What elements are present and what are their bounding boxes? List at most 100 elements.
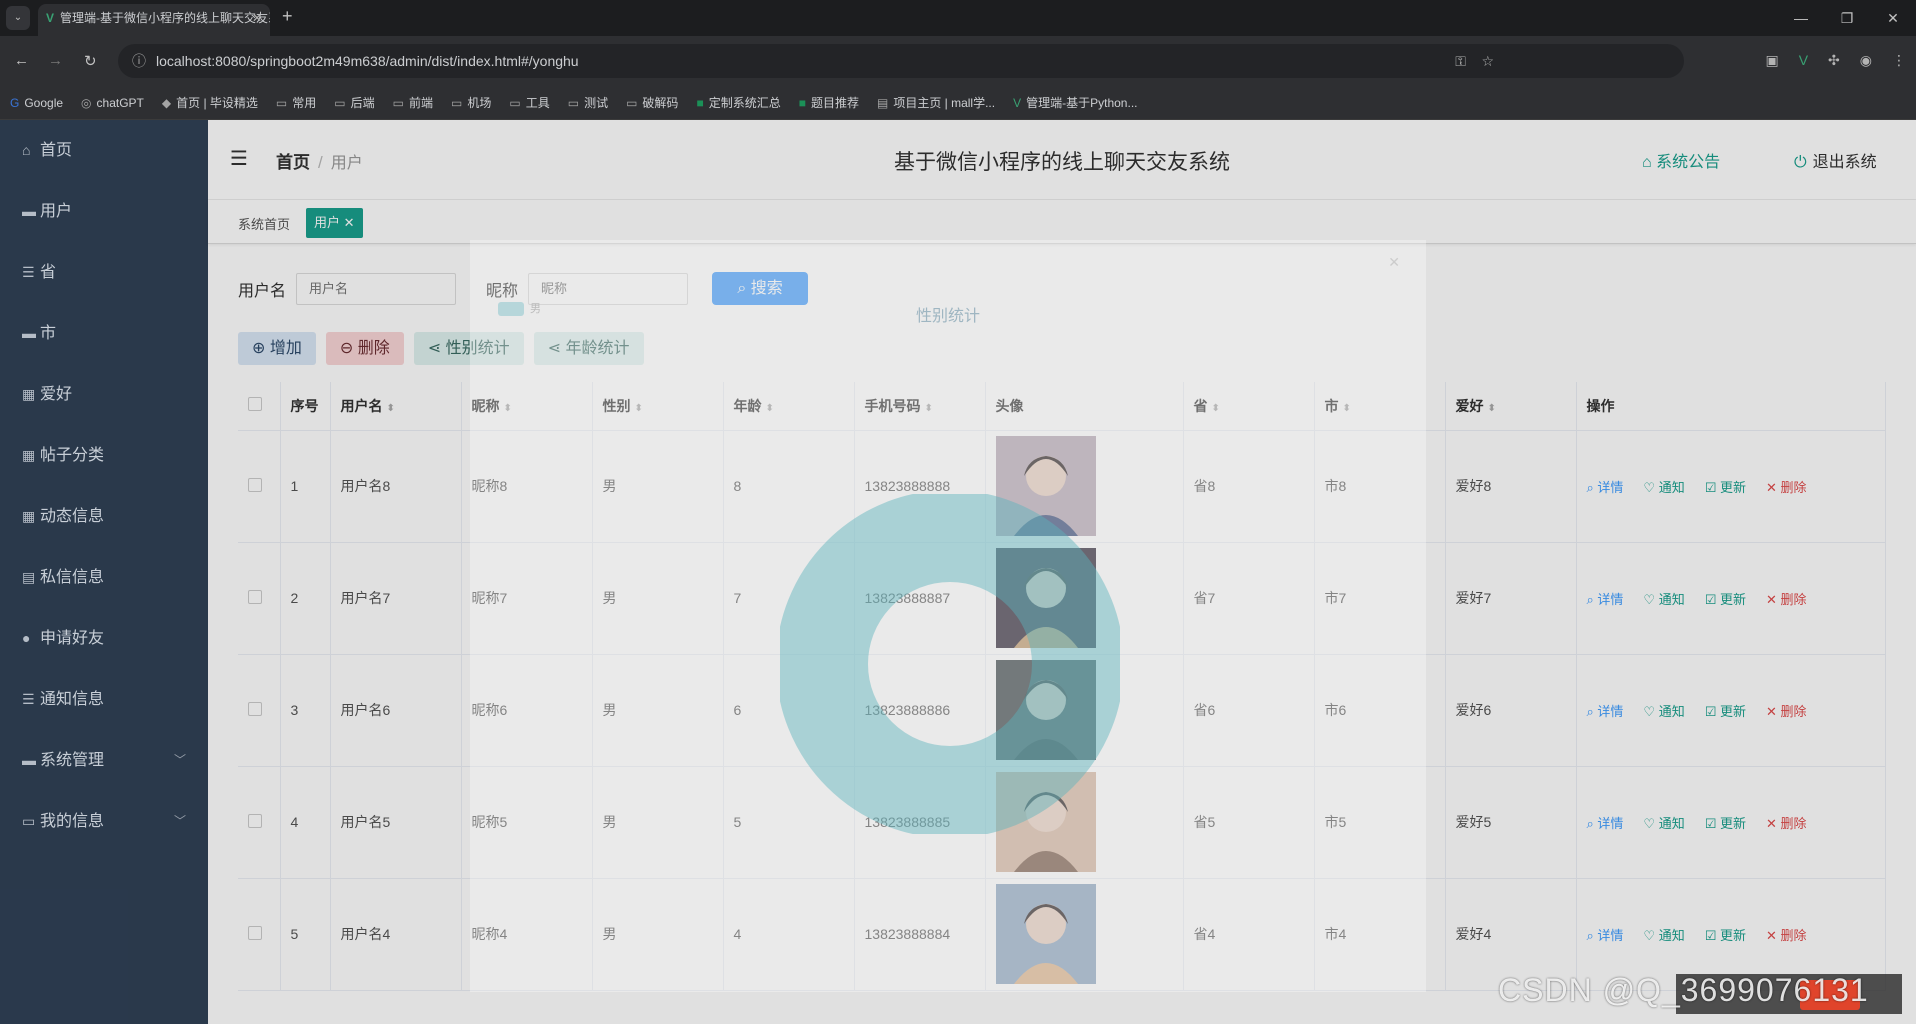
notify-button[interactable]: ♡ 通知 <box>1643 480 1694 495</box>
update-button[interactable]: ☑ 更新 <box>1705 816 1756 831</box>
minimize-icon[interactable]: — <box>1778 0 1824 36</box>
bookmark-folder[interactable]: ▭ 破解码 <box>626 94 678 111</box>
sidebar-item-city[interactable]: ▬ 市 <box>0 303 208 364</box>
detail-button[interactable]: ⌕ 详情 <box>1587 816 1634 831</box>
row-delete-button[interactable]: ✕ 删除 <box>1766 704 1817 719</box>
back-icon[interactable]: ← <box>14 52 29 69</box>
new-tab-icon[interactable]: + <box>282 6 293 27</box>
bookmark[interactable]: ▤ 项目主页 | mall学... <box>877 94 995 111</box>
update-button[interactable]: ☑ 更新 <box>1705 928 1756 943</box>
address-bar[interactable]: ⓘ localhost:8080/springboot2m49m638/admi… <box>118 44 1684 78</box>
sidebar-item-user[interactable]: ▬ 用户 <box>0 181 208 242</box>
reload-icon[interactable]: ↻ <box>84 52 97 70</box>
bookmark-folder[interactable]: ▭ 测试 <box>568 94 608 111</box>
bookmark[interactable]: ■ 题目推荐 <box>799 94 859 111</box>
row-delete-button[interactable]: ✕ 删除 <box>1766 816 1817 831</box>
detail-button[interactable]: ⌕ 详情 <box>1587 592 1634 607</box>
sidebar-item-system[interactable]: ▬ 系统管理 ﹀ <box>0 730 208 791</box>
update-button[interactable]: ☑ 更新 <box>1705 592 1756 607</box>
close-tab-icon[interactable]: ✕ <box>252 4 262 32</box>
sidebar-item-home[interactable]: ⌂ 首页 <box>0 120 208 181</box>
row-delete-button[interactable]: ✕ 删除 <box>1766 592 1817 607</box>
browser-tab[interactable]: V 管理端-基于微信小程序的线上聊天交友系统 ✕ <box>38 4 270 36</box>
update-button[interactable]: ☑ 更新 <box>1705 480 1756 495</box>
close-icon[interactable]: ✕ <box>344 215 355 230</box>
sidebar-item-friend-request[interactable]: ● 申请好友 <box>0 608 208 669</box>
add-button[interactable]: ⊕ 增加 <box>238 332 316 365</box>
row-checkbox[interactable] <box>248 925 262 940</box>
cell-username: 用户名7 <box>330 542 462 655</box>
detail-button[interactable]: ⌕ 详情 <box>1587 480 1634 495</box>
notify-button[interactable]: ♡ 通知 <box>1643 592 1694 607</box>
bookmark[interactable]: ◆ 首页 | 毕设精选 <box>162 94 258 111</box>
col-header[interactable]: 年龄 ⬍ <box>723 382 855 431</box>
logout-button[interactable]: ⏻ 退出系统 <box>1794 148 1877 172</box>
tab-list-icon[interactable]: ⌄ <box>6 6 30 30</box>
bookmark-folder[interactable]: ▭ 前端 <box>393 94 433 111</box>
sidebar-item-private-message[interactable]: ▤ 私信信息 <box>0 547 208 608</box>
cell-age: 7 <box>723 542 855 655</box>
row-checkbox[interactable] <box>248 813 262 828</box>
cell-hobby: 爱好7 <box>1445 542 1577 655</box>
bookmark-folder[interactable]: ▭ 常用 <box>276 94 316 111</box>
select-all-checkbox[interactable] <box>248 397 262 412</box>
sidebar-item-notification[interactable]: ☰ 通知信息 <box>0 669 208 730</box>
col-header[interactable]: 市 ⬍ <box>1314 382 1446 431</box>
cell-no: 4 <box>280 766 331 879</box>
detail-button[interactable]: ⌕ 详情 <box>1587 928 1634 943</box>
notify-button[interactable]: ♡ 通知 <box>1643 928 1694 943</box>
sidebar-item-hobby[interactable]: ▦ 爱好 <box>0 364 208 425</box>
profile-avatar[interactable]: ◉ <box>1860 52 1872 69</box>
col-header[interactable]: 手机号码 ⬍ <box>854 382 986 431</box>
key-icon[interactable]: ⚿ <box>1455 53 1466 69</box>
vue-devtools-icon[interactable]: V <box>1799 52 1808 69</box>
row-delete-button[interactable]: ✕ 删除 <box>1766 480 1817 495</box>
row-checkbox[interactable] <box>248 701 262 716</box>
sidebar-item-post-category[interactable]: ▦ 帖子分类 <box>0 425 208 486</box>
sidebar-item-dynamic[interactable]: ▦ 动态信息 <box>0 486 208 547</box>
notice-button[interactable]: ⌂ 系统公告 <box>1642 148 1720 172</box>
update-button[interactable]: ☑ 更新 <box>1705 704 1756 719</box>
puzzle-icon[interactable]: ✣ <box>1828 52 1840 69</box>
message-icon: ▬ <box>22 752 36 768</box>
bookmark[interactable]: ◎ chatGPT <box>81 96 144 110</box>
username-label: 用户名 <box>238 282 287 300</box>
bookmark[interactable]: G Google <box>10 96 63 110</box>
row-checkbox[interactable] <box>248 477 262 492</box>
menu-icon[interactable]: ⋮ <box>1892 52 1906 69</box>
row-delete-button[interactable]: ✕ 删除 <box>1766 928 1817 943</box>
restore-icon[interactable]: ❐ <box>1824 0 1870 36</box>
star-icon[interactable]: ☆ <box>1481 53 1494 69</box>
tag-home[interactable]: 系统首页 <box>238 214 290 233</box>
notify-button[interactable]: ♡ 通知 <box>1643 704 1694 719</box>
bookmark-folder[interactable]: ▭ 工具 <box>509 94 549 111</box>
avatar <box>995 884 1096 984</box>
row-checkbox[interactable] <box>248 589 262 604</box>
extension-icon[interactable]: ▣ <box>1765 52 1778 69</box>
col-header[interactable]: 用户名 ⬍ <box>330 382 462 431</box>
bookmark[interactable]: ■ 定制系统汇总 <box>696 94 780 111</box>
gender-stats-button[interactable]: ⋖ 性别统计 <box>413 332 524 365</box>
close-window-icon[interactable]: ✕ <box>1870 0 1916 36</box>
bookmark-folder[interactable]: ▭ 后端 <box>334 94 374 111</box>
sidebar-item-label: 首页 <box>40 142 73 159</box>
col-header[interactable]: 省 ⬍ <box>1183 382 1315 431</box>
bookmark[interactable]: V 管理端-基于Python... <box>1013 94 1137 111</box>
tag-active[interactable]: 用户 ✕ <box>306 208 363 238</box>
age-stats-button[interactable]: ⋖ 年龄统计 <box>533 332 644 365</box>
sidebar-item-my-info[interactable]: ▭ 我的信息 ﹀ <box>0 791 208 852</box>
sidebar-item-province[interactable]: ☰ 省 <box>0 242 208 303</box>
col-header[interactable]: 昵称 ⬍ <box>461 382 593 431</box>
col-header[interactable]: 爱好 ⬍ <box>1445 382 1577 431</box>
forward-icon[interactable]: → <box>48 52 63 69</box>
bookmark-folder[interactable]: ▭ 机场 <box>451 94 491 111</box>
notify-button[interactable]: ♡ 通知 <box>1643 816 1694 831</box>
nickname-input[interactable] <box>528 272 689 305</box>
search-button[interactable]: ⌕ 搜索 <box>712 272 809 305</box>
delete-button[interactable]: ⊖ 删除 <box>325 332 404 365</box>
sidebar-item-label: 我的信息 <box>40 813 105 830</box>
username-input[interactable] <box>296 272 457 305</box>
site-info-icon[interactable]: ⓘ <box>132 44 146 78</box>
detail-button[interactable]: ⌕ 详情 <box>1587 704 1634 719</box>
col-header[interactable]: 性别 ⬍ <box>592 382 724 431</box>
